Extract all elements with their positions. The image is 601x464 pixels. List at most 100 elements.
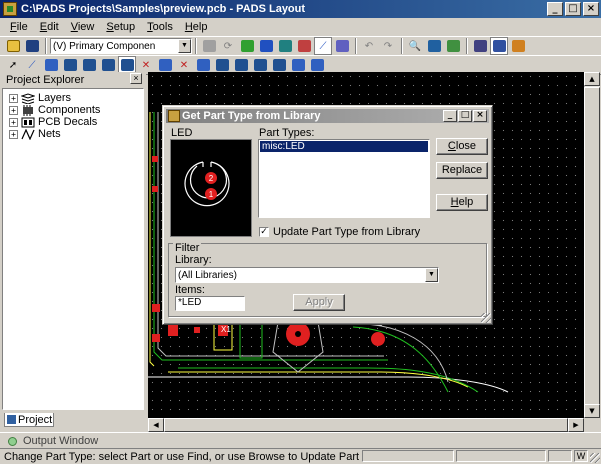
nets-icon [21, 128, 35, 140]
vertical-scrollbar[interactable]: ▲ ▼ [584, 72, 600, 418]
tab-project[interactable]: Project [4, 413, 54, 427]
scroll-left-button[interactable]: ◀ [148, 418, 164, 432]
tree-item-nets[interactable]: + Nets [9, 128, 61, 140]
open-folder-icon[interactable] [4, 37, 22, 55]
horizontal-scrollbar[interactable]: ◀ ▶ [148, 418, 584, 432]
display-icon[interactable] [295, 37, 313, 55]
close-icon[interactable]: × [130, 73, 142, 84]
help-button[interactable]: Help [436, 194, 488, 211]
chevron-down-icon[interactable]: ▼ [425, 268, 438, 282]
component-outline [239, 323, 263, 359]
tree-item-components[interactable]: + Components [9, 104, 100, 116]
expand-icon[interactable]: + [9, 105, 18, 115]
window-title: C:\PADS Projects\Samples\preview.pcb - P… [21, 3, 306, 15]
items-filter-input[interactable]: *LED [175, 296, 245, 311]
scroll-right-button[interactable]: ▶ [568, 418, 584, 432]
preview-label: LED [171, 127, 193, 139]
pad [152, 334, 160, 342]
window-resize-grip[interactable] [590, 453, 600, 463]
layer-select[interactable]: (V) Primary Componen ▼ [50, 38, 192, 54]
replace-button[interactable]: Replace [436, 162, 488, 179]
expand-icon[interactable]: + [9, 129, 18, 139]
explorer-title: Project Explorer [6, 73, 85, 86]
expand-icon[interactable]: + [9, 117, 18, 127]
status-cell [456, 450, 546, 462]
dialog-close-button[interactable]: × [473, 110, 487, 122]
pad [152, 186, 158, 192]
maximize-button[interactable]: □ [565, 2, 581, 16]
app-icon [3, 2, 17, 16]
output-status-icon [8, 436, 17, 446]
close-button[interactable]: × [583, 2, 599, 16]
dialog-minimize-button[interactable]: _ [443, 110, 457, 122]
pointer-icon[interactable] [444, 37, 462, 55]
part-preview: 2 1 [170, 139, 252, 237]
led-decal-drawing: 2 1 [184, 161, 230, 207]
menu-tools[interactable]: Tools [141, 21, 179, 33]
drc-icon[interactable] [333, 37, 351, 55]
refresh-icon[interactable]: ⟳ [219, 37, 237, 55]
dialog-resize-grip[interactable] [481, 313, 491, 323]
library-select[interactable]: (All Libraries) ▼ [175, 267, 439, 283]
decal-icon [21, 117, 35, 127]
update-checkbox[interactable]: ✓ [259, 227, 269, 237]
apply-button[interactable]: Apply [293, 294, 345, 311]
list-item[interactable]: misc:LED [260, 141, 428, 152]
scroll-down-button[interactable]: ▼ [584, 404, 600, 418]
menu-bar: File Edit View Setup Tools Help [0, 18, 601, 36]
status-cell [362, 450, 454, 462]
dialog-app-icon [168, 110, 180, 122]
part-types-label: Part Types: [259, 127, 315, 139]
tree-item-layers[interactable]: + Layers [9, 92, 71, 104]
menu-edit[interactable]: Edit [34, 21, 65, 33]
output-window-bar: Output Window [0, 432, 601, 448]
tree-item-pcb-decals[interactable]: + PCB Decals [9, 116, 97, 128]
output-window-tab[interactable]: Output Window [4, 434, 102, 448]
route-icon[interactable] [238, 37, 256, 55]
redo-icon[interactable]: ↷ [379, 37, 397, 55]
update-option[interactable]: ✓ Update Part Type from Library [259, 226, 420, 238]
window-icon[interactable] [490, 37, 508, 55]
project-explorer: Project Explorer × + Layers + Components… [0, 72, 146, 428]
board-edge [148, 376, 509, 393]
save-icon[interactable] [23, 37, 41, 55]
ref-designator: X1 [221, 325, 231, 334]
zoom-icon[interactable]: 🔍 [406, 37, 424, 55]
undo-icon[interactable]: ↶ [360, 37, 378, 55]
pin-2-label: 2 [209, 174, 214, 183]
menu-view[interactable]: View [65, 21, 101, 33]
diagonal-icon[interactable]: ⟋ [314, 37, 332, 55]
minimize-button[interactable]: _ [547, 2, 563, 16]
layout-icon[interactable] [471, 37, 489, 55]
filter-group: Filter Library: (All Libraries) ▼ Items:… [168, 242, 487, 317]
dialog-title-bar: Get Part Type from Library _ □ × [166, 109, 489, 123]
library-label: Library: [175, 254, 212, 266]
part-types-list[interactable]: misc:LED [258, 139, 430, 218]
pin-1-label: 1 [209, 190, 214, 199]
via [371, 332, 385, 346]
grid-icon[interactable] [257, 37, 275, 55]
properties-icon[interactable] [200, 37, 218, 55]
standard-toolbar: (V) Primary Componen ▼ ⟳ ⟋ ↶ ↷ 🔍 [0, 36, 601, 56]
board-outline [149, 112, 155, 367]
dialog-title: Get Part Type from Library [182, 110, 321, 122]
dialog-maximize-button[interactable]: □ [458, 110, 472, 122]
chevron-down-icon[interactable]: ▼ [178, 39, 191, 53]
pan-icon[interactable] [425, 37, 443, 55]
router-icon[interactable] [509, 37, 527, 55]
pad [152, 304, 160, 312]
menu-help[interactable]: Help [179, 21, 214, 33]
get-part-type-dialog: Get Part Type from Library _ □ × LED 2 1… [162, 105, 493, 325]
project-tab-icon [7, 415, 16, 424]
layers-icon[interactable] [276, 37, 294, 55]
menu-file[interactable]: File [4, 21, 34, 33]
menu-setup[interactable]: Setup [100, 21, 141, 33]
expand-icon[interactable]: + [9, 93, 18, 103]
vertical-scroll-thumb[interactable] [584, 87, 600, 407]
update-checkbox-label: Update Part Type from Library [273, 226, 421, 238]
horizontal-scroll-thumb[interactable] [164, 418, 568, 432]
scroll-up-button[interactable]: ▲ [584, 72, 600, 86]
close-dialog-button[interactable]: Close [436, 138, 488, 155]
window-title-bar: C:\PADS Projects\Samples\preview.pcb - P… [0, 0, 601, 18]
explorer-header: Project Explorer × [2, 72, 144, 87]
